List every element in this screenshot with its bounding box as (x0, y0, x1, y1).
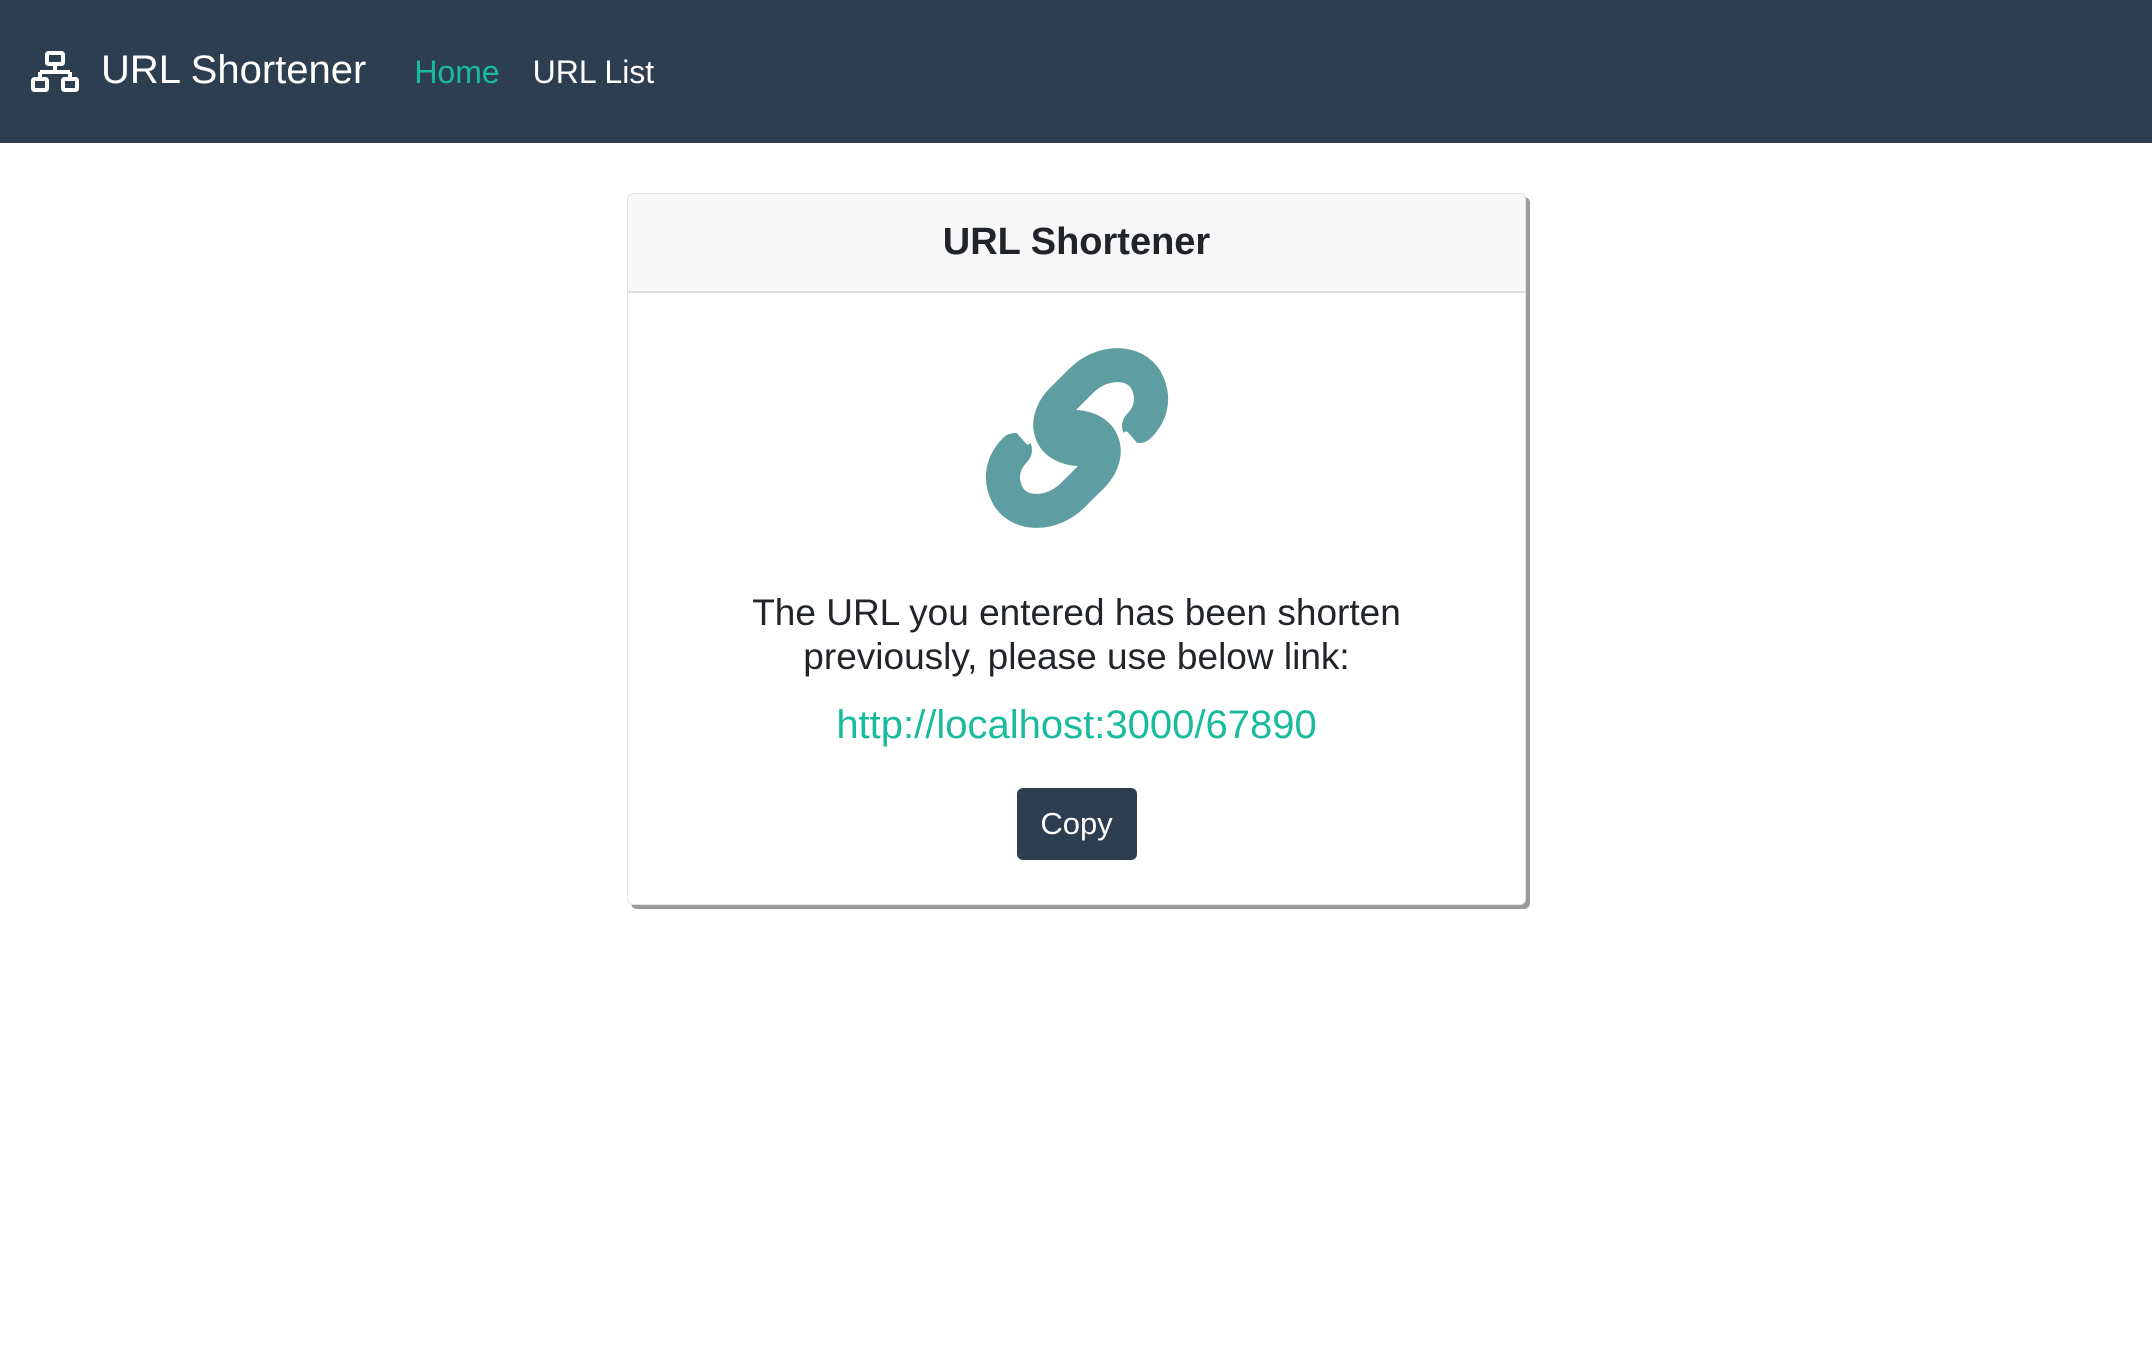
already-shortened-message: The URL you entered has been shorten pre… (752, 592, 1401, 677)
nav-link-url-list[interactable]: URL List (533, 56, 655, 88)
link-icon (985, 348, 1168, 528)
url-result-card: URL Shortener The URL you entered has be… (627, 193, 1526, 905)
card-body: The URL you entered has been shorten pre… (628, 293, 1525, 860)
brand-title: URL Shortener (101, 47, 367, 92)
copy-button[interactable]: Copy (1016, 788, 1137, 860)
nav-links: Home URL List (414, 56, 687, 88)
top-navbar: URL Shortener Home URL List (0, 0, 2152, 143)
brand-link[interactable]: URL Shortener (31, 47, 367, 93)
sitemap-icon (31, 50, 79, 92)
nav-link-home[interactable]: Home (414, 56, 499, 88)
card-title: URL Shortener (628, 194, 1525, 293)
short-url-link[interactable]: http://localhost:3000/67890 (836, 701, 1316, 749)
